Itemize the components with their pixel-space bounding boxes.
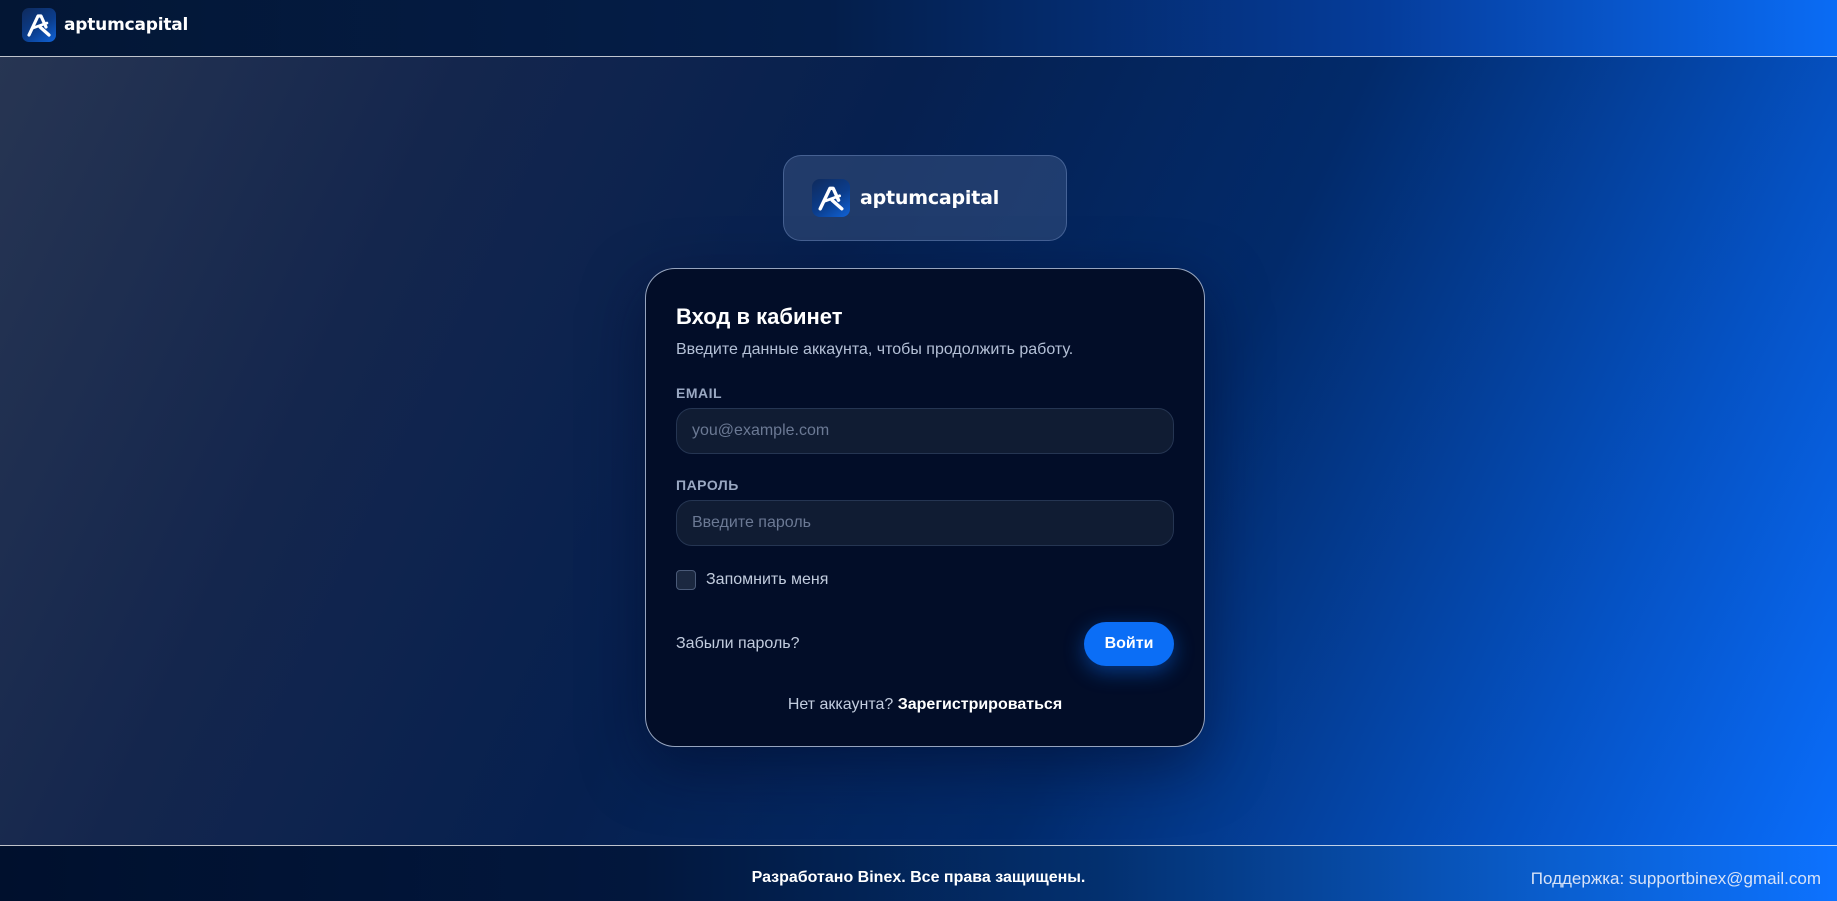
aptum-logo-icon [812,179,850,217]
signup-row: Нет аккаунта? Зарегистрироваться [646,696,1204,714]
signup-prompt: Нет аккаунта? [787,696,894,713]
brand-card-name: aptumcapital [860,187,1000,209]
signup-link[interactable]: Зарегистрироваться [898,696,1062,713]
header-brand-name: aptumcapital [64,15,189,35]
login-subtitle: Введите данные аккаунта, чтобы продолжит… [676,341,1074,358]
email-field[interactable] [676,408,1174,454]
forgot-password-link[interactable]: Забыли пароль? [676,635,800,653]
login-form: Вход в кабинет Введите данные аккаунта, … [645,268,1205,747]
password-field[interactable] [676,500,1174,546]
email-label: EMAIL [676,385,723,401]
aptum-logo-icon [22,8,56,42]
password-label: ПАРОЛЬ [676,477,739,493]
login-submit-button[interactable]: Войти [1084,622,1174,666]
brand-card: aptumcapital [783,155,1067,241]
footer-support-link[interactable]: Поддержка: supportbinex@gmail.com [1531,869,1821,889]
remember-me-toggle[interactable]: Запомнить меня [676,570,828,590]
page-footer: Разработано Binex. Все права защищены. П… [0,845,1837,901]
remember-me-label: Запомнить меня [706,571,829,588]
login-title: Вход в кабинет [676,304,843,329]
remember-me-checkbox[interactable] [676,570,696,590]
header-brand-link[interactable]: aptumcapital [22,8,188,42]
top-header: aptumcapital [0,0,1837,57]
